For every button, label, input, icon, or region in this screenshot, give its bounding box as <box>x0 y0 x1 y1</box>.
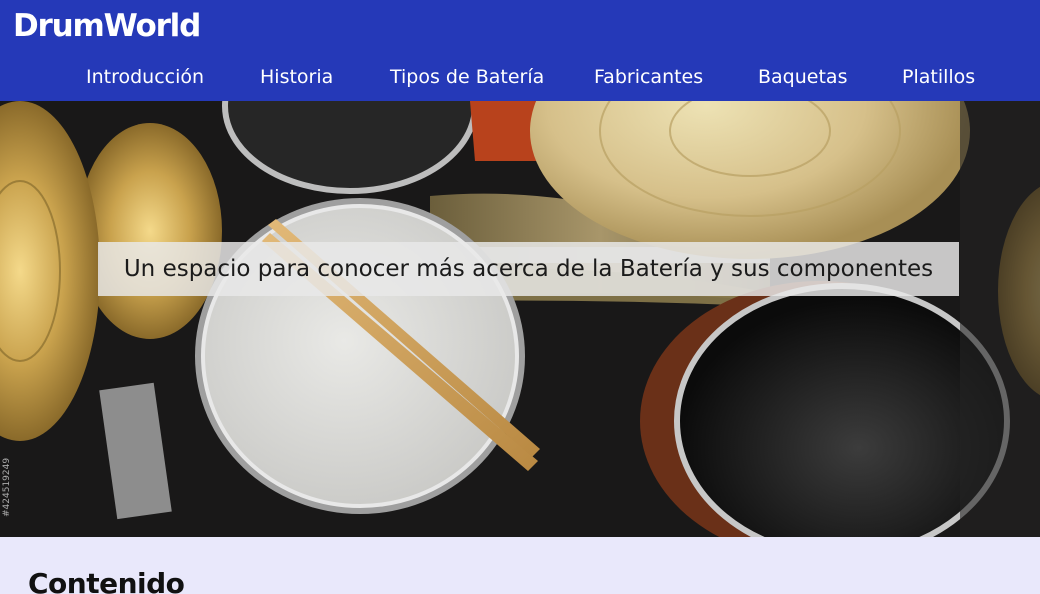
main-nav: Introducción Historia Tipos de Batería F… <box>0 66 1040 96</box>
nav-introduccion[interactable]: Introducción <box>86 66 204 88</box>
hero-title: Un espacio para conocer más acerca de la… <box>98 242 959 296</box>
nav-tipos-de-bateria[interactable]: Tipos de Batería <box>390 66 544 88</box>
nav-fabricantes[interactable]: Fabricantes <box>594 66 703 88</box>
content-heading: Contenido <box>28 567 185 594</box>
content-section: Contenido <box>0 537 1040 594</box>
drum-kit-image <box>0 101 1040 537</box>
nav-historia[interactable]: Historia <box>260 66 333 88</box>
image-id-watermark: #424519249 <box>2 457 12 517</box>
brand-logo[interactable]: DrumWorld <box>13 8 201 44</box>
hero-banner: Un espacio para conocer más acerca de la… <box>0 101 1040 537</box>
site-header: DrumWorld Introducción Historia Tipos de… <box>0 0 1040 101</box>
nav-baquetas[interactable]: Baquetas <box>758 66 847 88</box>
nav-platillos[interactable]: Platillos <box>902 66 975 88</box>
